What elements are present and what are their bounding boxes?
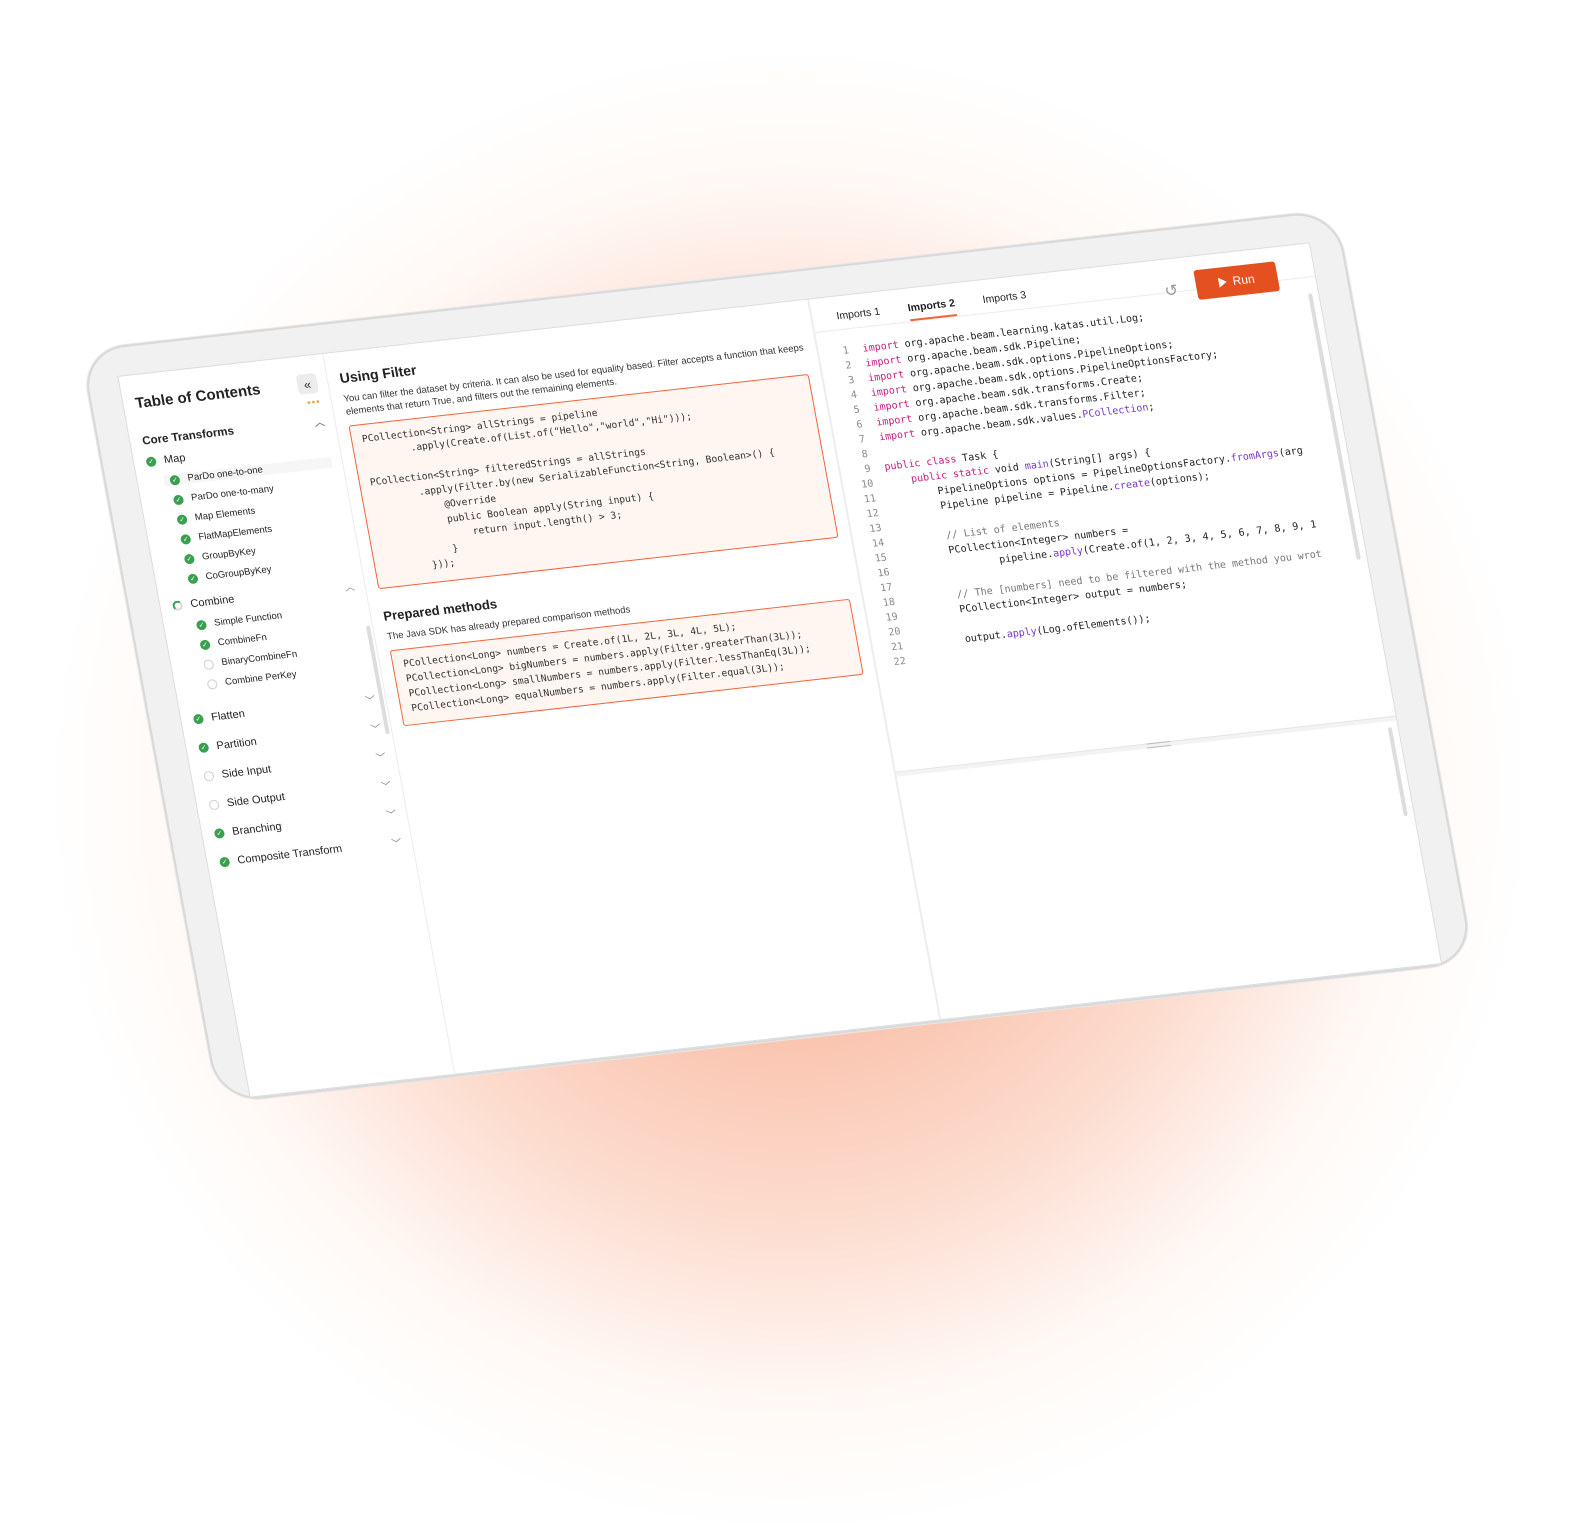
- chevron-up-icon[interactable]: ︿: [343, 578, 356, 594]
- check-circle-icon: ✓: [145, 456, 158, 468]
- code-example-prepared: PCollection<Long> numbers = Create.of(1L…: [389, 598, 864, 727]
- module-composite-transform[interactable]: ✓ Composite Transform ﹀: [218, 834, 403, 869]
- check-circle-icon: ✓: [192, 713, 205, 725]
- run-label: Run: [1231, 271, 1256, 288]
- module-label: Partition: [215, 735, 258, 752]
- module-partition[interactable]: ✓ Partition ﹀: [197, 720, 382, 755]
- lesson-label: Simple Function: [213, 610, 284, 629]
- chevron-down-icon[interactable]: ﹀: [369, 720, 382, 736]
- line-number: 22: [892, 655, 907, 669]
- chevron-down-icon[interactable]: ﹀: [364, 691, 377, 707]
- check-circle-icon: ✓: [197, 741, 210, 753]
- module-branching[interactable]: ✓ Branching ﹀: [213, 806, 398, 841]
- code-area[interactable]: 1 import org.apache.beam.learning.katas.u…: [826, 291, 1396, 772]
- progress-circle-icon: [171, 599, 184, 611]
- app-screen: Table of Contents « ••• Core Transforms …: [117, 242, 1443, 1098]
- function-name: create: [1113, 477, 1151, 493]
- check-circle-icon: ✓: [195, 619, 208, 631]
- lesson-label: ParDo one-to-one: [186, 464, 264, 484]
- function-name: apply: [1052, 545, 1085, 560]
- module-label: Composite Transform: [236, 842, 344, 867]
- function-name: main: [1023, 458, 1050, 473]
- tab-imports-1[interactable]: Imports 1: [835, 306, 882, 330]
- module-flatten[interactable]: ✓ Flatten ﹀: [192, 691, 377, 726]
- chevron-down-icon[interactable]: ﹀: [390, 834, 403, 850]
- chevron-up-icon[interactable]: ︿: [313, 413, 326, 429]
- check-circle-icon: ✓: [213, 827, 226, 839]
- module-label: Side Input: [220, 762, 273, 781]
- check-circle-icon: ✓: [187, 572, 199, 584]
- check-circle-icon: ✓: [218, 856, 231, 868]
- module-label: Side Output: [225, 790, 286, 809]
- lesson-label: CoGroupByKey: [204, 564, 273, 583]
- lesson-label: CombineFn: [216, 632, 268, 649]
- check-circle-icon: ✓: [176, 513, 188, 525]
- check-circle-icon: ✓: [183, 553, 196, 565]
- tab-imports-3[interactable]: Imports 3: [982, 289, 1029, 313]
- check-circle-icon: ✓: [199, 638, 211, 650]
- collapse-sidebar-icon[interactable]: «: [295, 372, 320, 395]
- empty-circle-icon: [206, 678, 219, 690]
- check-circle-icon: ✓: [168, 474, 181, 486]
- lesson-label: Map Elements: [193, 505, 257, 524]
- laptop-frame: Table of Contents « ••• Core Transforms …: [80, 209, 1475, 1104]
- lesson-label: Combine PerKey: [224, 668, 298, 688]
- module-label: Branching: [231, 820, 283, 838]
- output-scrollbar[interactable]: [1387, 727, 1408, 817]
- tab-imports-2[interactable]: Imports 2: [906, 297, 958, 322]
- module-side-input[interactable]: Side Input ﹀: [202, 749, 387, 784]
- empty-circle-icon: [202, 770, 215, 782]
- keyword: import: [878, 428, 917, 444]
- lesson-label: ParDo one-to-many: [190, 483, 275, 504]
- function-name: apply: [1005, 626, 1038, 641]
- lesson-label: GroupByKey: [201, 545, 257, 563]
- chevron-down-icon[interactable]: ﹀: [380, 777, 392, 793]
- empty-circle-icon: [208, 798, 220, 810]
- empty-circle-icon: [202, 658, 215, 670]
- play-icon: [1217, 276, 1228, 288]
- module-side-output[interactable]: Side Output ﹀: [208, 777, 392, 812]
- chevron-down-icon[interactable]: ﹀: [374, 749, 387, 764]
- check-circle-icon: ✓: [172, 493, 185, 505]
- chevron-down-icon[interactable]: ﹀: [385, 806, 398, 822]
- lesson-label: FlatMapElements: [197, 523, 274, 543]
- check-circle-icon: ✓: [179, 533, 192, 545]
- module-label: Flatten: [210, 707, 246, 724]
- lesson-label: BinaryCombineFn: [220, 648, 299, 669]
- section-label: Core Transforms: [141, 424, 235, 448]
